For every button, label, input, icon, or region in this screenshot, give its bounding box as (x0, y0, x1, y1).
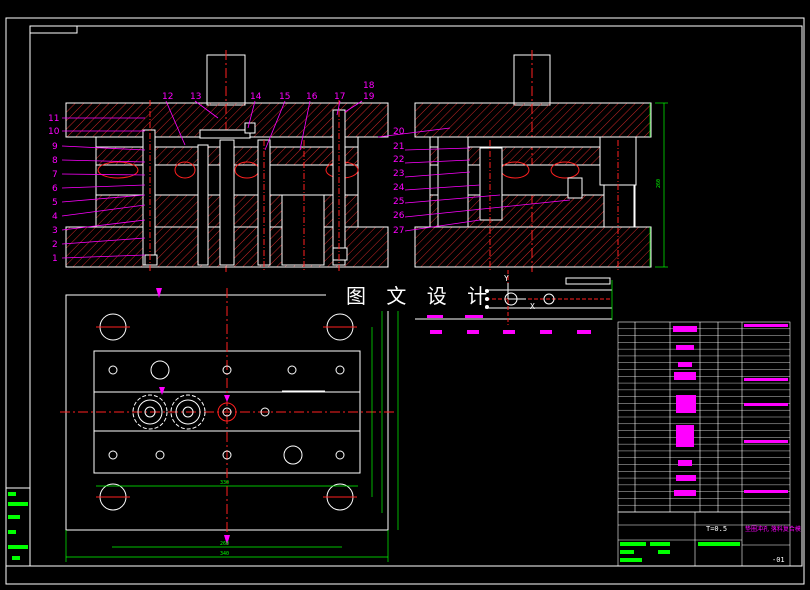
callout-22: 22 (393, 155, 404, 165)
callout-3: 3 (52, 226, 58, 236)
side-height-dim: 260 (656, 179, 662, 188)
callout-23: 23 (393, 169, 404, 179)
revision-block (5, 487, 31, 567)
callout-19: 19 (363, 92, 375, 102)
callout-8: 8 (52, 156, 58, 166)
title-block (617, 511, 791, 567)
callout-9: 9 (52, 142, 58, 152)
callout-21: 21 (393, 142, 404, 152)
callout-10: 10 (48, 127, 60, 137)
plan-outer-width-dim: 340 (220, 551, 229, 557)
callout-7: 7 (52, 170, 58, 180)
callout-labels-right: 20 21 22 23 24 25 26 27 (393, 127, 405, 236)
part-name-label: 垫圈冲孔 落料复合模 (745, 525, 801, 533)
callout-12: 12 (162, 92, 173, 102)
watermark-text: 图 文 设 计 (346, 284, 494, 308)
callout-4: 4 (52, 212, 58, 222)
callout-24: 24 (393, 183, 405, 193)
cad-drawing-canvas: 11 10 9 8 7 6 5 4 3 2 1 12 13 14 15 16 1… (5, 17, 805, 585)
callout-26: 26 (393, 211, 405, 221)
callout-1: 1 (52, 254, 58, 264)
title-block-fills (620, 542, 740, 562)
plan-view: 330 260 340 (60, 288, 399, 562)
callout-27: 27 (393, 226, 404, 236)
callout-15: 15 (279, 92, 290, 102)
thickness-label: T=0.5 (706, 525, 727, 533)
bom-row-lines (618, 328, 790, 506)
callout-18: 18 (363, 81, 375, 91)
callout-5: 5 (52, 198, 58, 208)
drawing-number-label: -01 (772, 556, 785, 564)
callout-2: 2 (52, 240, 58, 250)
plan-inner-width-dim: 330 (220, 480, 229, 486)
callout-labels-top: 12 13 14 15 16 17 18 19 (162, 81, 375, 102)
callout-14: 14 (250, 92, 262, 102)
callout-17: 17 (334, 92, 345, 102)
callout-13: 13 (190, 92, 201, 102)
strip-y-axis-label: Y (504, 274, 509, 283)
strip-x-axis-label: X (530, 302, 535, 311)
callout-25: 25 (393, 197, 404, 207)
bom-part-highlights (673, 324, 788, 496)
plan-mid-width-dim: 260 (220, 541, 229, 547)
callout-16: 16 (306, 92, 318, 102)
callout-6: 6 (52, 184, 58, 194)
callout-labels-left: 11 10 9 8 7 6 5 4 3 2 1 (48, 114, 60, 264)
callout-11: 11 (48, 114, 59, 124)
callout-20: 20 (393, 127, 405, 137)
